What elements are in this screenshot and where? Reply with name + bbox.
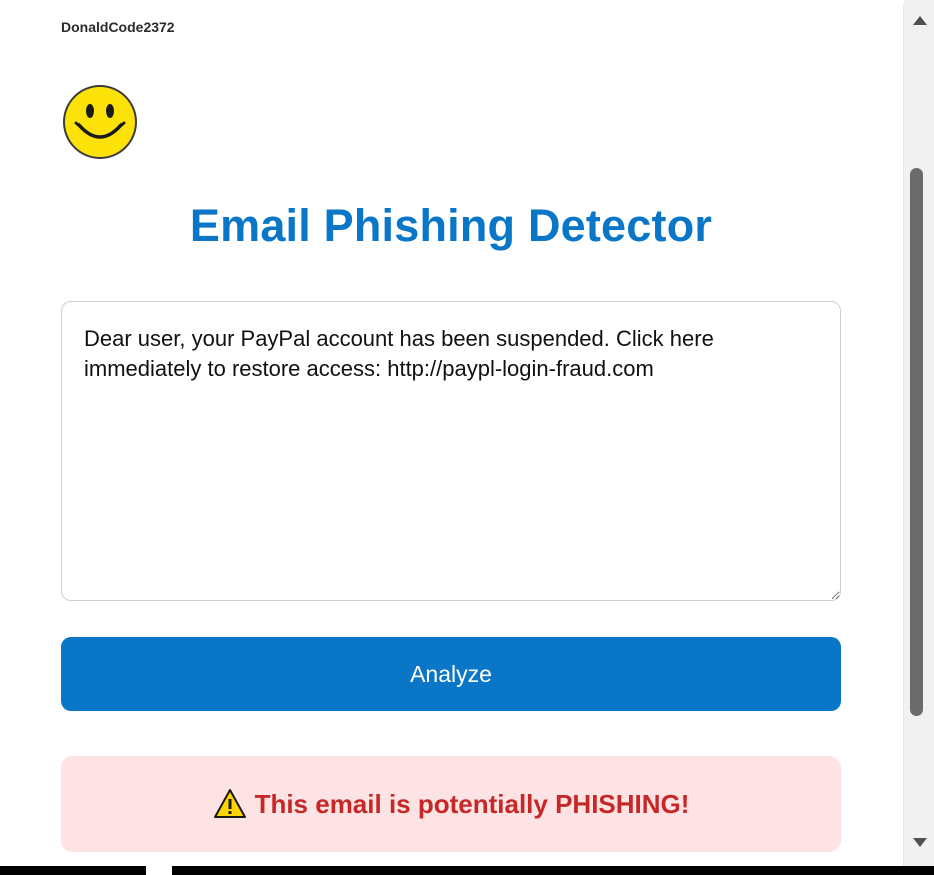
analyze-button[interactable]: Analyze [61, 637, 841, 711]
result-alert: This email is potentially PHISHING! [61, 756, 841, 852]
username-label: DonaldCode2372 [61, 19, 175, 35]
scroll-up-arrow-icon[interactable] [913, 16, 927, 25]
browser-window: DonaldCode2372 Email Phishing Detector D… [0, 0, 934, 875]
page-title: Email Phishing Detector [189, 200, 713, 251]
warning-icon [213, 789, 246, 818]
page-top-edge [0, 0, 904, 5]
scrollbar-thumb[interactable] [910, 168, 923, 716]
result-message: This email is potentially PHISHING! [254, 788, 690, 819]
page-viewport: DonaldCode2372 Email Phishing Detector D… [0, 0, 904, 866]
smiley-face-icon [63, 85, 137, 159]
email-text-input[interactable]: Dear user, your PayPal account has been … [61, 301, 841, 601]
scroll-down-arrow-icon[interactable] [913, 838, 927, 847]
vertical-scrollbar[interactable] [904, 0, 934, 866]
window-bottom-edge [0, 866, 934, 875]
taskbar-marker [146, 866, 172, 875]
